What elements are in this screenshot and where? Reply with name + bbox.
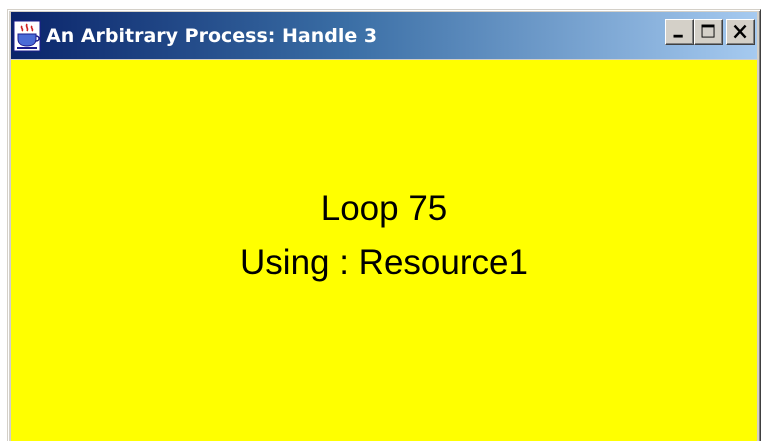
app-window: An Arbitrary Process: Handle 3 Loop 75 U…	[7, 9, 761, 441]
maximize-icon	[701, 24, 715, 38]
title-bar[interactable]: An Arbitrary Process: Handle 3	[11, 12, 757, 59]
minimize-icon	[673, 34, 683, 38]
java-cup-icon	[13, 20, 41, 51]
process-panel: Loop 75 Using : Resource1	[11, 60, 757, 441]
minimize-button[interactable]	[665, 19, 694, 45]
close-icon	[733, 24, 747, 39]
window-controls	[665, 19, 755, 45]
window-title: An Arbitrary Process: Handle 3	[46, 24, 378, 47]
loop-counter-label: Loop 75	[320, 189, 448, 228]
close-button[interactable]	[726, 19, 755, 45]
resource-label: Using : Resource1	[240, 243, 528, 282]
maximize-button[interactable]	[694, 19, 723, 45]
